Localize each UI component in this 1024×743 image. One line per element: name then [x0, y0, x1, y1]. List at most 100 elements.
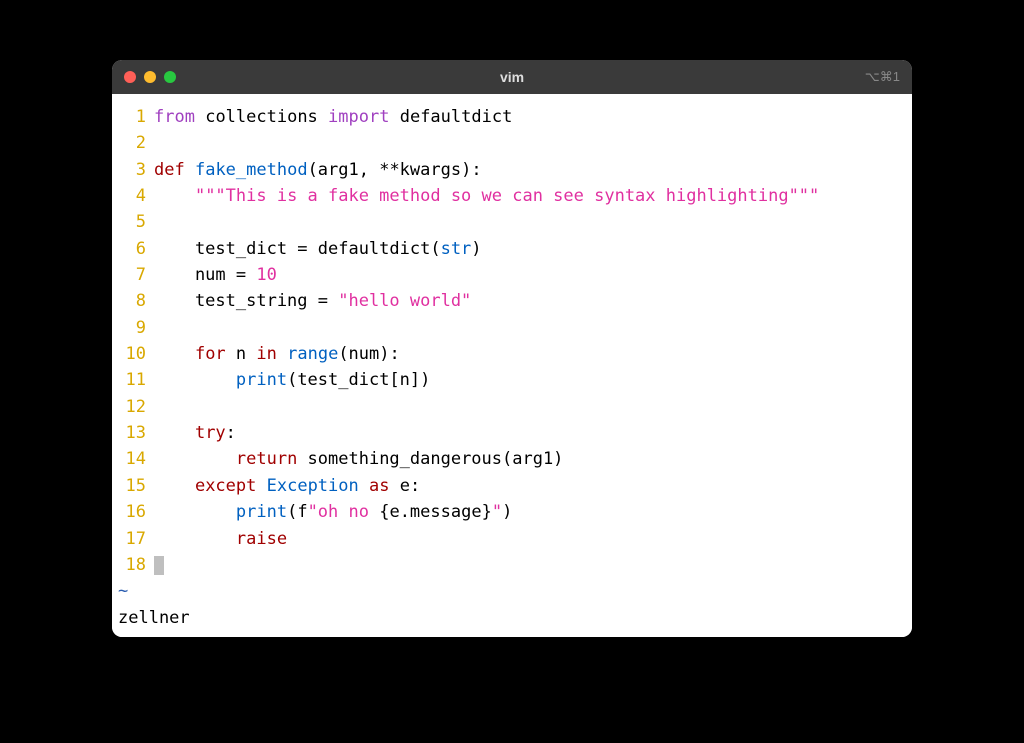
token: (test_dict[n])	[287, 370, 430, 390]
window-controls	[124, 71, 176, 83]
token	[154, 502, 236, 522]
code-line: 12	[112, 394, 912, 420]
line-number: 11	[112, 367, 154, 393]
code-content	[154, 315, 912, 341]
code-line: 14 return something_dangerous(arg1)	[112, 446, 912, 472]
line-number: 14	[112, 446, 154, 472]
token: import	[328, 107, 389, 127]
code-line: 3def fake_method(arg1, **kwargs):	[112, 157, 912, 183]
status-line: zellner	[112, 605, 912, 637]
code-content: num = 10	[154, 262, 912, 288]
line-number: 18	[112, 552, 154, 578]
token: str	[441, 239, 472, 259]
line-number: 9	[112, 315, 154, 341]
token	[154, 344, 195, 364]
code-line: 13 try:	[112, 420, 912, 446]
line-number: 1	[112, 104, 154, 130]
code-line: 16 print(f"oh no {e.message}")	[112, 499, 912, 525]
code-content: print(f"oh no {e.message}")	[154, 499, 912, 525]
token: "oh no	[308, 502, 380, 522]
token	[154, 423, 195, 443]
code-content	[154, 209, 912, 235]
code-line: 18	[112, 552, 912, 578]
token	[154, 529, 236, 549]
code-line: 8 test_string = "hello world"	[112, 288, 912, 314]
code-content: """This is a fake method so we can see s…	[154, 183, 912, 209]
token: (num):	[338, 344, 399, 364]
token: defaultdict	[400, 107, 513, 127]
token: test_dict = defaultdict(	[154, 239, 441, 259]
line-number: 15	[112, 473, 154, 499]
token: something_dangerous(arg1)	[297, 449, 563, 469]
line-number: 4	[112, 183, 154, 209]
line-number: 13	[112, 420, 154, 446]
code-line: 4 """This is a fake method so we can see…	[112, 183, 912, 209]
token	[185, 160, 195, 180]
token: e:	[389, 476, 420, 496]
token: :	[226, 423, 236, 443]
code-content: from collections import defaultdict	[154, 104, 912, 130]
token: except	[195, 476, 256, 496]
code-content: for n in range(num):	[154, 341, 912, 367]
token	[277, 344, 287, 364]
token	[154, 186, 195, 206]
line-number: 7	[112, 262, 154, 288]
code-line: 10 for n in range(num):	[112, 341, 912, 367]
line-number: 2	[112, 130, 154, 156]
token	[195, 107, 205, 127]
code-line: 11 print(test_dict[n])	[112, 367, 912, 393]
code-content: raise	[154, 526, 912, 552]
token: fake_method	[195, 160, 308, 180]
code-line: 6 test_dict = defaultdict(str)	[112, 236, 912, 262]
code-line: 15 except Exception as e:	[112, 473, 912, 499]
code-content: def fake_method(arg1, **kwargs):	[154, 157, 912, 183]
minimize-icon[interactable]	[144, 71, 156, 83]
token: range	[287, 344, 338, 364]
token	[389, 107, 399, 127]
code-line: 9	[112, 315, 912, 341]
token	[359, 476, 369, 496]
line-number: 5	[112, 209, 154, 235]
titlebar: vim ⌥⌘1	[112, 60, 912, 94]
token: def	[154, 160, 185, 180]
code-content: test_string = "hello world"	[154, 288, 912, 314]
line-number: 3	[112, 157, 154, 183]
token	[154, 476, 195, 496]
token: num =	[154, 265, 256, 285]
editor-viewport[interactable]: 1from collections import defaultdict23de…	[112, 94, 912, 637]
token: in	[256, 344, 276, 364]
token	[318, 107, 328, 127]
token: (arg1, **kwargs):	[308, 160, 482, 180]
token: n	[226, 344, 257, 364]
token: collections	[205, 107, 318, 127]
code-line: 7 num = 10	[112, 262, 912, 288]
code-content	[154, 552, 912, 578]
token: Exception	[267, 476, 359, 496]
token	[256, 476, 266, 496]
code-content	[154, 130, 912, 156]
token: "hello world"	[338, 291, 471, 311]
code-content: try:	[154, 420, 912, 446]
code-content: except Exception as e:	[154, 473, 912, 499]
code-content: return something_dangerous(arg1)	[154, 446, 912, 472]
token: from	[154, 107, 195, 127]
close-icon[interactable]	[124, 71, 136, 83]
line-number: 17	[112, 526, 154, 552]
line-number: 8	[112, 288, 154, 314]
line-number: 12	[112, 394, 154, 420]
terminal-window: vim ⌥⌘1 1from collections import default…	[112, 60, 912, 637]
cursor	[154, 556, 164, 575]
window-title: vim	[112, 69, 912, 85]
empty-line-tilde: ~	[112, 578, 912, 604]
code-content	[154, 394, 912, 420]
token: )	[471, 239, 481, 259]
token: "	[492, 502, 502, 522]
line-number: 16	[112, 499, 154, 525]
token: print	[236, 502, 287, 522]
code-line: 5	[112, 209, 912, 235]
token: """This is a fake method so we can see s…	[195, 186, 819, 206]
token: as	[369, 476, 389, 496]
zoom-icon[interactable]	[164, 71, 176, 83]
token: test_string =	[154, 291, 338, 311]
token: {e.message}	[379, 502, 492, 522]
